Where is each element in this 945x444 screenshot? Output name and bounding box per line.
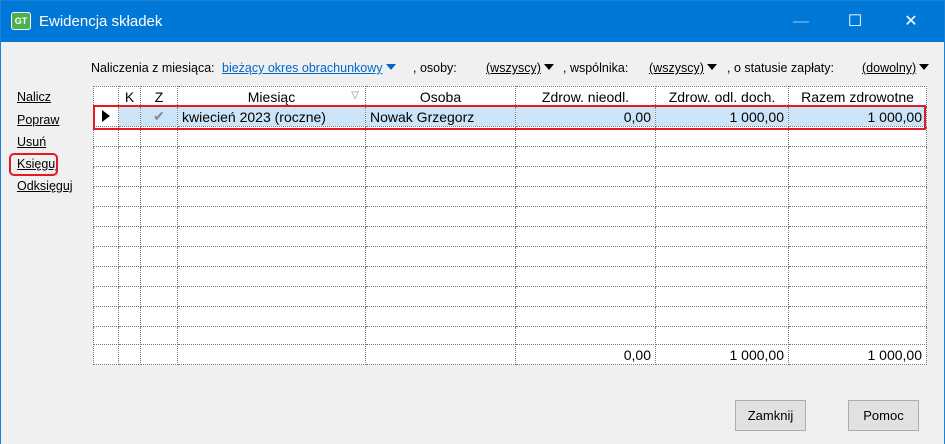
col-header-zdrow-odl[interactable]: Zdrow. odl. doch. bbox=[655, 86, 789, 107]
popraw-link[interactable]: Popraw bbox=[17, 113, 59, 127]
ksieguj-highlight bbox=[9, 153, 58, 176]
empty-row[interactable] bbox=[93, 166, 927, 187]
row-indicator bbox=[93, 106, 119, 127]
empty-row[interactable] bbox=[93, 286, 927, 307]
partner-filter-dropdown[interactable]: (wszyscy) bbox=[649, 61, 717, 75]
cell-zdrow-odl[interactable]: 1 000,00 bbox=[655, 106, 789, 127]
totals-grid: 0,00 1 000,00 1 000,00 bbox=[93, 344, 927, 365]
col-header-miesiac[interactable]: Miesiąc ▽ bbox=[177, 86, 366, 107]
empty-row[interactable] bbox=[93, 146, 927, 167]
total-razem: 1 000,00 bbox=[788, 344, 927, 365]
empty-row[interactable] bbox=[93, 266, 927, 287]
total-zdrow-nieodl: 0,00 bbox=[515, 344, 656, 365]
close-window-button[interactable]: ✕ bbox=[888, 1, 934, 42]
close-button[interactable]: Zamknij bbox=[735, 400, 806, 431]
nalicz-link[interactable]: Nalicz bbox=[17, 90, 51, 104]
current-row-arrow-icon bbox=[102, 109, 110, 122]
cell-z-check-icon[interactable]: ✔ bbox=[140, 106, 178, 127]
filter-icon: ▽ bbox=[351, 90, 359, 101]
total-zdrow-odl: 1 000,00 bbox=[655, 344, 789, 365]
help-button[interactable]: Pomoc bbox=[848, 400, 919, 431]
chevron-down-icon bbox=[919, 64, 930, 70]
col-header-zdrow-nieodl[interactable]: Zdrow. nieodl. bbox=[515, 86, 656, 107]
partner-filter-value[interactable]: (wszyscy) bbox=[649, 61, 704, 75]
table-header: K Z Miesiąc ▽ Osoba Zdrow. nieodl. Zdrow.… bbox=[93, 86, 927, 107]
empty-row[interactable] bbox=[93, 306, 927, 327]
col-header-osoba[interactable]: Osoba bbox=[365, 86, 516, 107]
chevron-down-icon bbox=[543, 64, 554, 70]
col-header-razem[interactable]: Razem zdrowotne bbox=[788, 86, 927, 107]
col-header-indicator bbox=[93, 86, 119, 107]
empty-row[interactable] bbox=[93, 246, 927, 267]
cell-osoba[interactable]: Nowak Grzegorz bbox=[365, 106, 516, 127]
empty-row[interactable] bbox=[93, 126, 927, 147]
maximize-button[interactable]: ☐ bbox=[832, 1, 878, 42]
cell-zdrow-nieodl[interactable]: 0,00 bbox=[515, 106, 656, 127]
col-header-k[interactable]: K bbox=[118, 86, 141, 107]
app-icon: GT bbox=[11, 12, 31, 30]
cell-razem[interactable]: 1 000,00 bbox=[788, 106, 927, 127]
status-filter-dropdown[interactable]: (dowolny) bbox=[862, 61, 930, 75]
month-filter-value[interactable]: bieżący okres obrachunkowy bbox=[222, 61, 383, 75]
totals-row: 0,00 1 000,00 1 000,00 bbox=[93, 344, 927, 365]
empty-row[interactable] bbox=[93, 206, 927, 227]
dialog-window: GT Ewidencja składek — ☐ ✕ Naliczenia z … bbox=[0, 0, 945, 444]
chevron-down-icon bbox=[385, 64, 396, 70]
person-filter-value[interactable]: (wszyscy) bbox=[486, 61, 541, 75]
person-filter-dropdown[interactable]: (wszyscy) bbox=[486, 61, 554, 75]
title-bar[interactable]: GT Ewidencja składek — ☐ ✕ bbox=[1, 1, 944, 42]
col-header-z[interactable]: Z bbox=[140, 86, 178, 107]
cell-k[interactable] bbox=[118, 106, 141, 127]
contributions-grid[interactable]: K Z Miesiąc ▽ Osoba Zdrow. nieodl. Zdrow.… bbox=[93, 86, 927, 347]
status-filter-label: , o statusie zapłaty: bbox=[727, 61, 835, 75]
cell-miesiac[interactable]: kwiecień 2023 (roczne) bbox=[177, 106, 366, 127]
odksieguj-link[interactable]: Odksięguj bbox=[17, 179, 73, 193]
col-header-miesiac-label: Miesiąc bbox=[247, 88, 296, 105]
table-row[interactable]: ✔ kwiecień 2023 (roczne) Nowak Grzegorz … bbox=[93, 106, 927, 127]
status-filter-value[interactable]: (dowolny) bbox=[862, 61, 916, 75]
month-filter-dropdown[interactable]: bieżący okres obrachunkowy bbox=[222, 61, 396, 75]
month-filter-label: Naliczenia z miesiąca: bbox=[91, 61, 215, 75]
partner-filter-label: , wspólnika: bbox=[563, 61, 629, 75]
empty-row[interactable] bbox=[93, 226, 927, 247]
empty-row[interactable] bbox=[93, 186, 927, 207]
person-filter-label: , osoby: bbox=[413, 61, 457, 75]
minimize-button[interactable]: — bbox=[778, 1, 824, 42]
chevron-down-icon bbox=[706, 64, 717, 70]
window-title: Ewidencja składek bbox=[39, 13, 163, 30]
usun-link[interactable]: Usuń bbox=[17, 135, 46, 149]
